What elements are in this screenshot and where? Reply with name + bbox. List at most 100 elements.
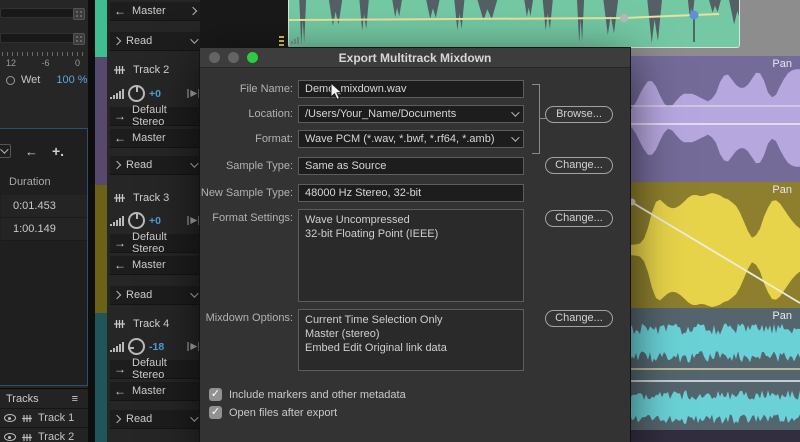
track-icon [114,320,125,328]
pan-label: Pan [772,184,792,196]
input-arrow-icon: → [114,109,126,123]
track-header[interactable]: Track 2 [113,64,169,76]
sample-type-change-button[interactable]: Change... [545,157,613,174]
track-name[interactable]: Track 2 [133,64,169,76]
volume-bars-icon[interactable] [110,88,124,100]
audio-clip-purple[interactable]: Pan [628,56,800,182]
pan-meter-icon[interactable] [187,215,200,226]
chevron-down-icon [511,133,520,142]
mixdown-options-line: Current Time Selection Only [305,314,443,326]
output-label: Master [132,132,166,144]
gain-value[interactable]: +0 [149,88,161,100]
track-header[interactable]: Track 3 [113,192,169,204]
chevron-right-icon[interactable] [112,290,122,300]
track-output-selector[interactable]: ← Master [110,129,200,148]
automation-mode-label: Read [126,35,153,47]
automation-mode-selector[interactable]: Read [110,156,200,175]
waveform-purple [628,69,800,167]
track-input-selector[interactable]: → Default Stereo [110,104,200,128]
waveform-teal [289,0,739,46]
location-dropdown[interactable]: /Users/Your_Name/Documents [298,105,524,123]
chevron-down-icon[interactable] [190,35,199,44]
output-arrow-icon: ← [114,384,126,398]
gain-knob[interactable] [128,85,145,102]
volume-bars-icon[interactable] [110,341,124,353]
include-markers-checkbox-row[interactable]: ✓ Include markers and other metadata [209,388,406,401]
track-controls-column: ← Master Read Track 2 +0 → Default Stere… [95,0,200,442]
visibility-eye-icon[interactable] [4,433,16,441]
mix-slider-dry[interactable] [0,8,85,20]
track-input-selector[interactable]: → Default Stereo [110,357,200,381]
browse-button[interactable]: Browse... [545,106,613,123]
mix-slider-wet[interactable] [0,33,85,45]
gain-knob[interactable] [128,338,145,355]
output-label: Master [132,5,166,17]
automation-mode-selector[interactable]: Read [110,286,200,305]
automation-mode-selector[interactable]: Read [110,32,200,51]
wet-percent-value[interactable]: 100 % [56,74,87,86]
panel-divider [88,0,95,442]
chevron-right-icon[interactable] [188,6,198,16]
chevron-right-icon[interactable] [112,414,122,424]
mixdown-options-box: Current Time Selection Only Master (ster… [298,309,524,371]
track-list-label: Track 2 [38,431,75,442]
dialog-titlebar[interactable]: Export Multitrack Mixdown [200,48,630,68]
track-output-selector[interactable]: ← Master [110,382,200,401]
audio-clip-cyan[interactable]: Pan [628,308,800,430]
track-icon [114,66,125,74]
wet-dial-icon[interactable] [6,75,15,85]
gain-value[interactable]: +0 [149,215,161,227]
master-output-selector[interactable]: ← Master [110,2,200,21]
mixdown-options-change-button[interactable]: Change... [545,310,613,327]
checkbox-label: Include markers and other metadata [229,388,406,401]
duration-column-header[interactable]: Duration [9,176,51,188]
visibility-eye-icon[interactable] [4,414,16,422]
track-color-strip [95,0,107,57]
track-name[interactable]: Track 4 [133,318,169,330]
audio-clip-yellow[interactable]: Pan [628,182,800,308]
minimize-window-button[interactable] [228,52,239,63]
waveform-cyan [628,323,800,424]
track-output-selector[interactable]: ← Master [110,256,200,275]
audio-clip-teal[interactable] [288,0,740,48]
format-dropdown[interactable]: Wave PCM (*.wav, *.bwf, *.rf64, *.amb) [298,130,524,148]
close-window-button[interactable] [209,52,220,63]
gain-value[interactable]: -18 [149,341,164,353]
chevron-right-icon[interactable] [112,160,122,170]
track-list-item[interactable]: Track 1 [0,409,88,428]
track-input-selector[interactable]: → Default Stereo [110,231,200,255]
format-settings-change-button[interactable]: Change... [545,210,613,227]
slider-handle[interactable] [73,8,85,20]
chevron-down-icon[interactable] [190,289,199,298]
waveform-yellow [628,193,800,307]
back-arrow-icon[interactable]: ← [25,144,38,159]
zoom-window-button[interactable] [247,52,258,63]
volume-bars-icon[interactable] [110,215,124,227]
pan-meter-icon[interactable] [187,88,200,99]
chevron-down-icon[interactable] [190,413,199,422]
pan-meter-icon[interactable] [187,341,200,352]
chevron-right-icon[interactable] [112,36,122,46]
input-arrow-icon: → [114,362,126,376]
gain-knob[interactable] [128,212,145,229]
automation-mode-selector[interactable]: Read [110,410,200,429]
track-name[interactable]: Track 3 [133,192,169,204]
mouse-cursor [330,82,343,101]
slider-handle[interactable] [73,33,85,45]
panel-menu-icon[interactable]: ≡ [72,393,78,405]
add-marker-icon[interactable]: +. [52,143,64,159]
track-list-label: Track 1 [38,412,75,424]
open-files-checkbox-row[interactable]: ✓ Open files after export [209,406,337,419]
next-track-strip [628,430,800,442]
marker-duration-cell[interactable]: 1:00.149 [1,218,87,241]
marker-duration-cell[interactable]: 0:01.453 [1,195,87,218]
chevron-down-icon[interactable] [190,159,199,168]
checkbox-checked-icon[interactable]: ✓ [209,406,222,419]
dropdown-chevron-icon[interactable] [0,144,11,158]
mixdown-options-line: Master (stereo) [305,328,380,340]
checkbox-checked-icon[interactable]: ✓ [209,388,222,401]
track-header[interactable]: Track 4 [113,318,169,330]
tracks-panel-title: Tracks [6,393,39,405]
track-list-item[interactable]: Track 2 [0,428,88,442]
timeline-left-gutter [200,0,290,48]
